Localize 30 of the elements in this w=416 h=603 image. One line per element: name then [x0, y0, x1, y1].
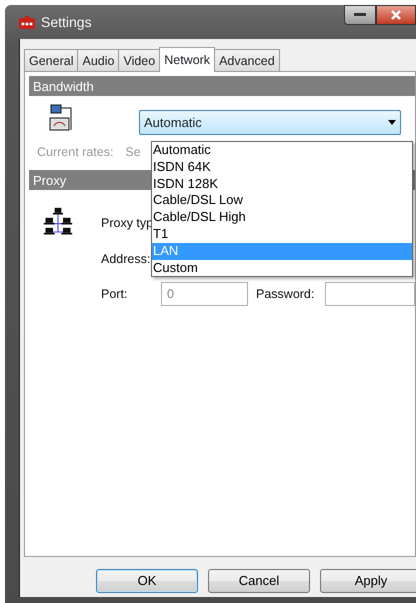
dialog-button[interactable]: OK	[96, 569, 198, 593]
dropdown-option[interactable]: Cable/DSL High	[152, 209, 412, 226]
password-field[interactable]	[325, 282, 415, 306]
network-meter-icon	[49, 104, 73, 132]
tab[interactable]: Audio	[77, 49, 120, 71]
dialog-button[interactable]: Apply	[320, 569, 416, 593]
window-title: Settings	[41, 12, 92, 32]
dropdown-option[interactable]: Automatic	[152, 142, 412, 159]
section-header: Bandwidth	[29, 76, 415, 96]
dropdown-option[interactable]: Custom	[152, 260, 412, 276]
dropdown-option[interactable]: ISDN 128K	[152, 176, 412, 192]
dropdown-option[interactable]: Cable/DSL Low	[152, 192, 412, 210]
dialog-button[interactable]: Cancel	[208, 569, 310, 593]
field-label: Address:	[101, 250, 150, 268]
app-icon	[19, 15, 35, 29]
field-label: Current rates:	[37, 144, 114, 161]
close-button[interactable]	[376, 5, 416, 25]
field-label: Password:	[256, 286, 316, 303]
tab[interactable]: Advanced	[214, 49, 280, 71]
dropdown-option[interactable]: T1	[152, 226, 412, 243]
field-label: Port:	[101, 286, 128, 303]
field-value: Se	[125, 144, 141, 161]
tab[interactable]: Video	[118, 49, 160, 71]
close-icon	[391, 10, 401, 20]
minimize-button[interactable]	[344, 5, 376, 25]
tab[interactable]: General	[24, 49, 78, 71]
tab[interactable]: Network	[159, 47, 216, 72]
minimize-icon	[354, 13, 366, 17]
bandwidth-dropdown[interactable]: Automatic	[139, 110, 401, 135]
caret-icon	[388, 120, 396, 125]
